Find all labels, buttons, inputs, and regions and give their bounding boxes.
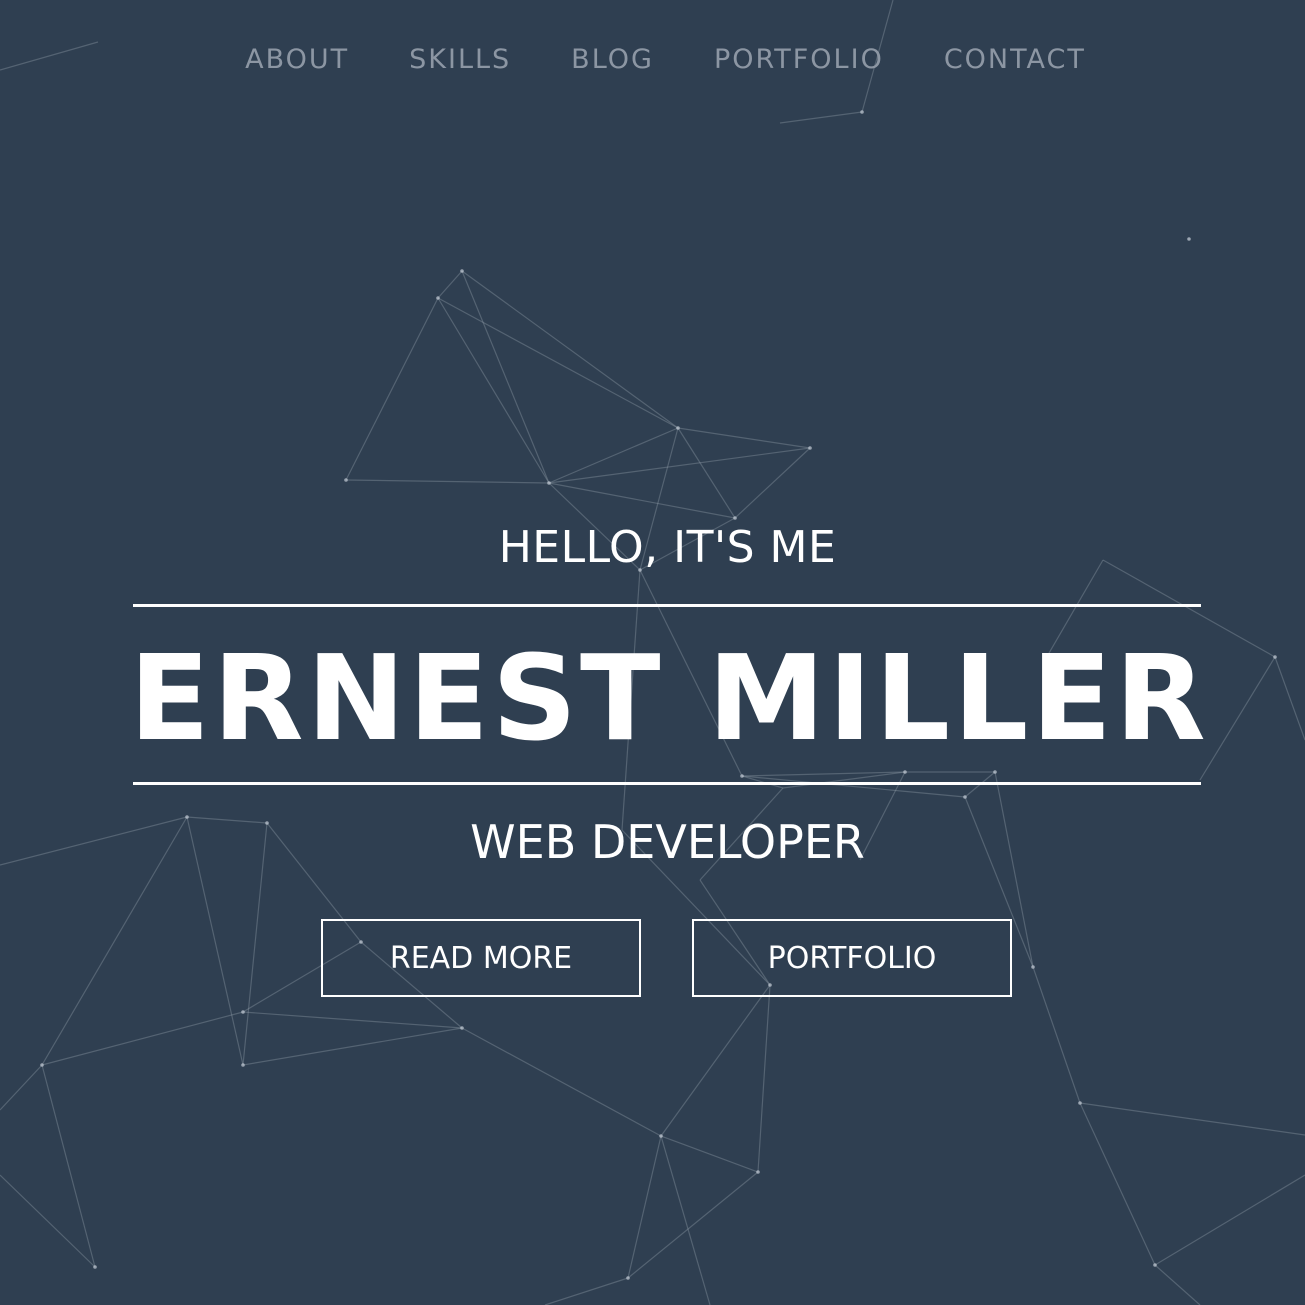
hero-divider-bottom [133, 782, 1201, 785]
hero-section: HELLO, IT'S ME ERNEST MILLER WEB DEVELOP… [0, 0, 1305, 1305]
hero-divider-top [133, 604, 1201, 607]
read-more-button[interactable]: READ MORE [321, 919, 641, 997]
hero-role: WEB DEVELOPER [470, 815, 865, 869]
hero-greeting: HELLO, IT'S ME [498, 522, 837, 573]
portfolio-button[interactable]: PORTFOLIO [692, 919, 1012, 997]
hero-name: ERNEST MILLER [129, 629, 1209, 767]
